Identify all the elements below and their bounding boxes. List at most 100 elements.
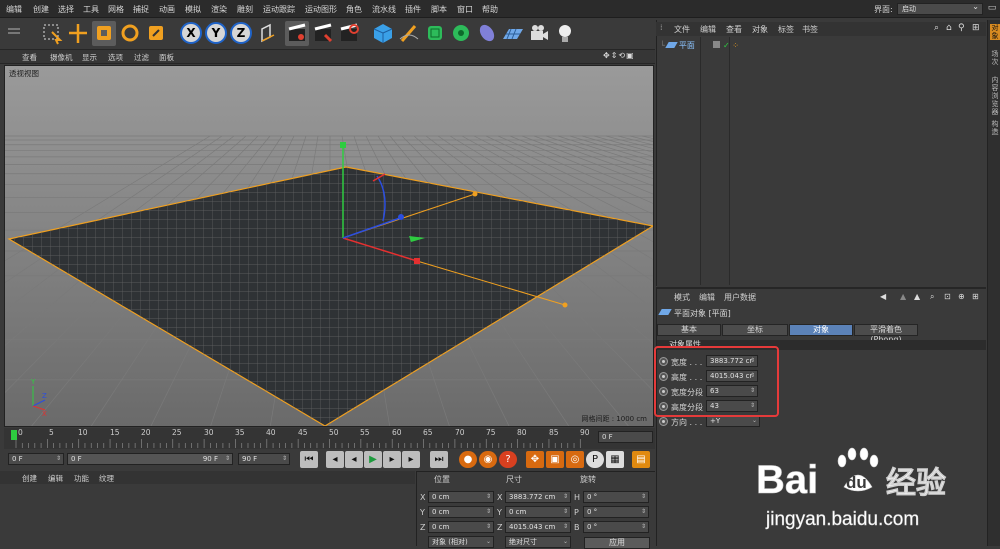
select-live-icon[interactable] (40, 21, 64, 46)
viewport-menu-item[interactable]: 摄像机 (50, 52, 73, 63)
home-icon[interactable]: ⌂ (946, 23, 952, 33)
scale-icon[interactable] (92, 21, 116, 46)
rotation-b-field[interactable]: 0 ° ⇕ (583, 521, 649, 533)
om-menu-item[interactable]: 书签 (802, 24, 818, 35)
viewport-menu-item[interactable]: 查看 (22, 52, 37, 63)
viewport-menu-item[interactable]: 面板 (159, 52, 174, 63)
up-arrow-icon[interactable]: ▲ (900, 292, 906, 301)
prev-frame-button[interactable]: ◂ (326, 451, 344, 468)
material-menu-item[interactable]: 纹理 (99, 473, 114, 484)
new-attr-panel-icon[interactable]: ⊕ (958, 292, 965, 301)
undo-icon[interactable] (2, 21, 26, 46)
viewport-nav-icons[interactable]: ✥⇕⟲▣ (603, 51, 635, 60)
search-icon[interactable]: ⌕ (934, 23, 939, 33)
tab-object[interactable]: 对象 (789, 324, 853, 336)
enabled-check-icon[interactable]: ✓ (723, 41, 730, 50)
menu-item[interactable]: 网格 (108, 4, 124, 15)
om-menu-item[interactable]: 标签 (778, 24, 794, 35)
light-icon[interactable] (553, 21, 577, 46)
start-frame-field[interactable]: 0 F ⇕ (8, 453, 64, 465)
deformer-icon[interactable] (475, 21, 499, 46)
animate-toggle-icon[interactable] (659, 417, 668, 426)
menu-item[interactable]: 帮助 (482, 4, 498, 15)
tab-phong[interactable]: 平滑着色(Phong) (854, 324, 918, 344)
apply-button[interactable]: 应用 (584, 537, 650, 549)
key-rotation-icon[interactable]: ◎ (566, 451, 584, 468)
position-x-field[interactable]: 0 cm ⇕ (428, 491, 494, 503)
axis-z-button[interactable]: Z (230, 22, 252, 44)
layout-select[interactable]: 启动 (897, 2, 983, 15)
position-z-field[interactable]: 0 cm ⇕ (428, 521, 494, 533)
axis-x-button[interactable]: X (180, 22, 202, 44)
viewport-menu-item[interactable]: 显示 (82, 52, 97, 63)
tab-coord[interactable]: 坐标 (722, 324, 788, 336)
panel-grip-icon[interactable]: ⁞ (660, 23, 663, 32)
coord-system-icon[interactable] (256, 21, 280, 46)
size-x-field[interactable]: 3883.772 cm ⇕ (505, 491, 571, 503)
next-key-button[interactable]: ▸ (383, 451, 401, 468)
key-parameter-icon[interactable]: P (586, 451, 604, 468)
size-z-field[interactable]: 4015.043 cm ⇕ (505, 521, 571, 533)
move-icon[interactable] (66, 21, 90, 46)
om-menu-item[interactable]: 查看 (726, 24, 742, 35)
attr-menu-item[interactable]: 用户数据 (724, 292, 756, 303)
tab-structure[interactable]: 构造 (990, 120, 1000, 136)
render-picture-viewer-icon[interactable] (311, 21, 335, 46)
menu-item[interactable]: 角色 (346, 4, 362, 15)
menu-item[interactable]: 插件 (405, 4, 421, 15)
menu-item[interactable]: 渲染 (211, 4, 227, 15)
current-frame-field[interactable]: 0 F (598, 431, 653, 443)
object-row-plane[interactable]: └ 平面 ✓ ⁘ (660, 40, 739, 51)
key-position-icon[interactable]: ✥ (526, 451, 544, 468)
frame-range-slider[interactable]: 0 F 90 F ⇕ (67, 453, 233, 465)
axis-y-button[interactable]: Y (205, 22, 227, 44)
tag-icon[interactable]: ⁘ (732, 41, 739, 50)
mograph-icon[interactable] (449, 21, 473, 46)
attr-search-icon[interactable]: ⌕ (930, 292, 934, 302)
rotate-icon[interactable] (118, 21, 142, 46)
attr-menu-item[interactable]: 模式 (674, 292, 690, 303)
menu-item[interactable]: 动画 (159, 4, 175, 15)
render-settings-icon[interactable] (337, 21, 361, 46)
size-y-field[interactable]: 0 cm ⇕ (505, 506, 571, 518)
material-menu-item[interactable]: 功能 (74, 473, 89, 484)
material-menu-item[interactable]: 编辑 (48, 473, 63, 484)
next-frame-button[interactable]: ▸ (402, 451, 420, 468)
viewport-menu-item[interactable]: 过滤 (134, 52, 149, 63)
back-arrow-icon[interactable]: ◀ (880, 292, 886, 301)
attr-menu-item[interactable]: 编辑 (699, 292, 715, 303)
minimize-icon[interactable]: ▭ (986, 3, 998, 15)
menu-item[interactable]: 运动图形 (305, 4, 337, 15)
om-menu-item[interactable]: 文件 (674, 24, 690, 35)
tab-basic[interactable]: 基本 (657, 324, 721, 336)
timeline-ruler[interactable]: 0 5 10 15 20 25 30 35 40 45 50 55 60 65 … (4, 428, 655, 450)
tab-takes[interactable]: 场次 (990, 50, 1000, 66)
recent-tool-icon[interactable] (144, 21, 168, 46)
subdivision-icon[interactable] (423, 21, 447, 46)
rotation-p-field[interactable]: 0 ° ⇕ (583, 506, 649, 518)
render-view-icon[interactable] (285, 21, 309, 46)
layer-icon[interactable] (713, 41, 721, 48)
menu-item[interactable]: 窗口 (457, 4, 473, 15)
menu-item[interactable]: 选择 (58, 4, 74, 15)
floor-icon[interactable] (501, 21, 525, 46)
play-button[interactable]: ▶ (364, 451, 382, 468)
go-to-start-button[interactable]: ⏮ (300, 451, 318, 468)
new-panel-icon[interactable]: ⊞ (972, 23, 980, 33)
pen-icon[interactable] (397, 21, 421, 46)
menu-item[interactable]: 捕捉 (133, 4, 149, 15)
expand-icon[interactable]: ⊞ (972, 292, 979, 301)
rotation-h-field[interactable]: 0 ° ⇕ (583, 491, 649, 503)
filter-icon[interactable]: ⚲ (958, 23, 965, 33)
go-to-end-button[interactable]: ⏭ (430, 451, 448, 468)
menu-item[interactable]: 模拟 (185, 4, 201, 15)
menu-item[interactable]: 创建 (33, 4, 49, 15)
coord-mode-select[interactable]: 对象 (相对) ⌄ (428, 536, 494, 548)
key-pla-icon[interactable]: ▦ (606, 451, 624, 468)
menu-item[interactable]: 雕刻 (237, 4, 253, 15)
lock-icon[interactable]: ⊡ (944, 292, 951, 301)
prev-key-button[interactable]: ◂ (345, 451, 363, 468)
size-mode-select[interactable]: 绝对尺寸 ⌄ (505, 536, 571, 548)
tab-content-browser[interactable]: 内容浏览器 (990, 76, 1000, 116)
keyframe-selection-icon[interactable]: ? (499, 451, 517, 468)
